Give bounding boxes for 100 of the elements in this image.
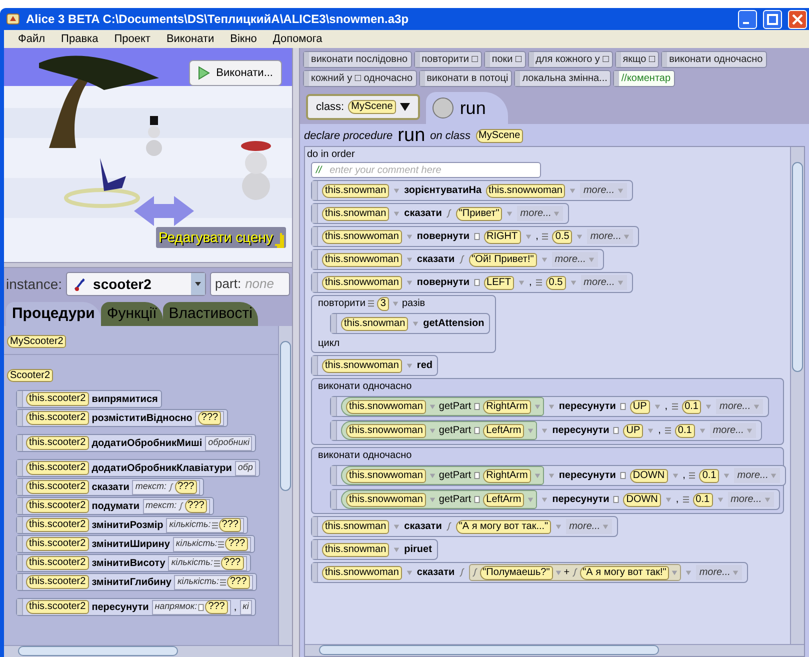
procedure-block[interactable]: this.scooter2 випрямитися bbox=[16, 390, 162, 408]
statement-block[interactable]: this.snowman сказати "А я могу вот так..." more... bbox=[311, 516, 618, 537]
part-field[interactable]: part: none bbox=[210, 272, 290, 296]
statement-block[interactable]: this.snowwoman getPart RightArm пересунути DOWN , 0.1 more... bbox=[330, 465, 786, 486]
statement-block[interactable]: виконати послідовно bbox=[303, 51, 412, 68]
procedure-block[interactable]: this.scooter2 змінитиРозмір кількість: ??? bbox=[16, 516, 248, 534]
dropdown-arrow-icon[interactable] bbox=[400, 102, 410, 112]
menu-item[interactable]: Файл bbox=[12, 30, 52, 48]
drag-handle[interactable] bbox=[17, 574, 23, 590]
class-tile[interactable]: MyScooter2 bbox=[7, 335, 66, 348]
parameter-slot[interactable]: ??? bbox=[195, 410, 224, 426]
statement-block[interactable]: this.snowwoman getPart LeftArm пересунути DOWN , 0.1 more... bbox=[330, 489, 780, 510]
drag-handle[interactable] bbox=[17, 599, 23, 615]
object-tile[interactable]: this.scooter2 bbox=[26, 436, 89, 450]
parameter-slot[interactable]: кі bbox=[240, 600, 252, 614]
object-tile[interactable]: this.snowwoman bbox=[346, 400, 426, 414]
string-tile[interactable]: "А я могу вот так..." bbox=[456, 520, 552, 534]
comment-field[interactable]: // enter your comment here bbox=[311, 162, 541, 178]
number-tile[interactable]: 3 bbox=[377, 296, 389, 310]
value-tile[interactable]: ??? bbox=[226, 575, 250, 589]
part-expression[interactable]: this.snowwoman getPart RightArm bbox=[341, 397, 544, 416]
procedure-block[interactable]: this.scooter2 змінитиГлибину кількість: ??? bbox=[16, 573, 257, 591]
run-button[interactable]: Виконати... bbox=[189, 60, 282, 86]
number-tile[interactable]: 0.5 bbox=[552, 230, 572, 244]
enum-tile[interactable]: RIGHT bbox=[484, 230, 521, 244]
drag-handle[interactable] bbox=[331, 397, 337, 416]
part-expression[interactable]: this.snowwoman getPart RightArm bbox=[341, 466, 544, 485]
object-tile[interactable]: this.snowman bbox=[322, 542, 390, 556]
object-tile[interactable]: this.scooter2 bbox=[26, 411, 89, 425]
instance-dropdown[interactable]: scooter2 bbox=[66, 272, 206, 296]
horizontal-scrollbar[interactable] bbox=[305, 644, 804, 656]
part-expression[interactable]: this.snowwoman getPart LeftArm bbox=[341, 421, 538, 440]
statement-block[interactable]: кожний у □ одночасно bbox=[303, 70, 417, 87]
statement-block[interactable]: this.snowman зорієнтуватиНа this.snowwoman more... bbox=[311, 180, 633, 201]
drag-handle[interactable] bbox=[312, 356, 318, 375]
parallel-block[interactable]: виконати одночасно this.snowwoman getPart RightArm пересунути DOWN , 0.1 more... this.snowwoman getPart LeftArm пересунути DOWN , 0.1 more... bbox=[311, 447, 784, 514]
drag-handle[interactable] bbox=[312, 227, 318, 246]
number-tile[interactable]: 0.1 bbox=[682, 400, 702, 414]
drag-handle[interactable] bbox=[312, 563, 318, 582]
drag-handle[interactable] bbox=[17, 498, 23, 514]
value-tile[interactable]: ??? bbox=[205, 600, 228, 614]
object-tile[interactable]: this.scooter2 bbox=[26, 556, 89, 570]
parameter-slot[interactable]: текст: ??? bbox=[142, 498, 210, 514]
string-tile[interactable]: "Ой! Привет!" bbox=[468, 252, 537, 266]
more-button[interactable]: more... bbox=[728, 492, 774, 507]
enum-tile[interactable]: LEFT bbox=[484, 276, 514, 290]
parameter-slot[interactable]: напрямок: ??? bbox=[152, 600, 231, 614]
value-tile[interactable]: ??? bbox=[218, 518, 242, 532]
part-expression[interactable]: this.snowwoman getPart LeftArm bbox=[341, 490, 538, 509]
splitter[interactable] bbox=[292, 48, 300, 657]
object-tile[interactable]: this.scooter2 bbox=[26, 575, 89, 589]
statement-block[interactable]: локальна змінна... bbox=[514, 70, 612, 87]
drag-handle[interactable] bbox=[312, 204, 318, 223]
parameter-slot[interactable]: текст: ??? bbox=[132, 480, 200, 494]
parameter-slot[interactable]: обробникі bbox=[205, 436, 252, 450]
parallel-block[interactable]: виконати одночасно this.snowwoman getPart RightArm пересунути UP , 0.1 more... this.snowwoman getPart LeftArm пересунути UP , 0.1 more... bbox=[311, 378, 784, 445]
procedure-block[interactable]: this.scooter2 додатиОбробникМиші обробникі bbox=[16, 434, 256, 452]
string-tile[interactable]: "А я могу вот так!" bbox=[580, 566, 670, 580]
drag-handle[interactable] bbox=[331, 421, 337, 440]
procedure-block[interactable]: this.scooter2 розміститиВідносно ??? bbox=[16, 409, 228, 427]
enum-tile[interactable]: LeftArm bbox=[483, 492, 524, 506]
parameter-slot[interactable]: кількість: ??? bbox=[174, 574, 253, 590]
procedure-block[interactable]: this.scooter2 пересунути напрямок: ??? , кі bbox=[16, 598, 256, 616]
parameter-slot[interactable]: кількість: ??? bbox=[166, 518, 244, 532]
string-tile[interactable]: "Привет" bbox=[456, 206, 502, 220]
more-button[interactable]: more... bbox=[566, 519, 612, 534]
drag-handle[interactable] bbox=[331, 314, 337, 333]
drag-handle[interactable] bbox=[17, 536, 23, 552]
close-button[interactable] bbox=[788, 10, 807, 28]
drag-handle[interactable] bbox=[312, 250, 318, 269]
object-tile[interactable]: this.scooter2 bbox=[26, 392, 89, 406]
statement-block[interactable]: this.snowman piruet bbox=[311, 539, 438, 560]
comment-block[interactable]: //коментар bbox=[613, 70, 675, 87]
drag-handle[interactable] bbox=[17, 460, 23, 476]
drag-handle[interactable] bbox=[331, 490, 337, 509]
procedure-block[interactable]: this.scooter2 подумати текст: ??? bbox=[16, 497, 214, 515]
procedure-block[interactable]: this.scooter2 додатиОбробникКлавіатури обр bbox=[16, 459, 260, 477]
drag-handle[interactable] bbox=[331, 466, 337, 485]
object-tile[interactable]: this.snowwoman bbox=[346, 468, 426, 482]
statement-block[interactable]: this.snowwoman сказати "Ой! Привет!" more... bbox=[311, 249, 604, 270]
object-tile[interactable]: this.snowwoman bbox=[346, 492, 426, 506]
parameter-slot[interactable]: обр bbox=[234, 460, 256, 476]
menu-item[interactable]: Правка bbox=[55, 30, 104, 48]
enum-tile[interactable]: DOWN bbox=[623, 492, 661, 506]
more-button[interactable]: more... bbox=[734, 468, 780, 483]
menu-item[interactable]: Виконати bbox=[160, 30, 220, 48]
number-tile[interactable]: 0.1 bbox=[699, 468, 720, 482]
menu-item[interactable]: Вікно bbox=[224, 30, 263, 48]
number-tile[interactable]: 0.5 bbox=[546, 276, 566, 290]
class-tile[interactable]: Scooter2 bbox=[7, 369, 54, 382]
value-tile[interactable]: ??? bbox=[198, 411, 222, 425]
tab[interactable]: Властивості bbox=[162, 302, 258, 326]
string-tile[interactable]: "Полумаешь?" bbox=[480, 566, 553, 580]
drag-handle[interactable] bbox=[17, 391, 23, 407]
object-tile[interactable]: this.snowwoman bbox=[346, 424, 426, 438]
number-tile[interactable]: 0.1 bbox=[674, 424, 695, 438]
enum-tile[interactable]: RightArm bbox=[483, 400, 531, 414]
procedure-block[interactable]: this.scooter2 сказати текст: ??? bbox=[16, 478, 204, 496]
value-tile[interactable]: ??? bbox=[220, 556, 244, 570]
parameter-slot[interactable]: кількість: ??? bbox=[168, 556, 247, 570]
